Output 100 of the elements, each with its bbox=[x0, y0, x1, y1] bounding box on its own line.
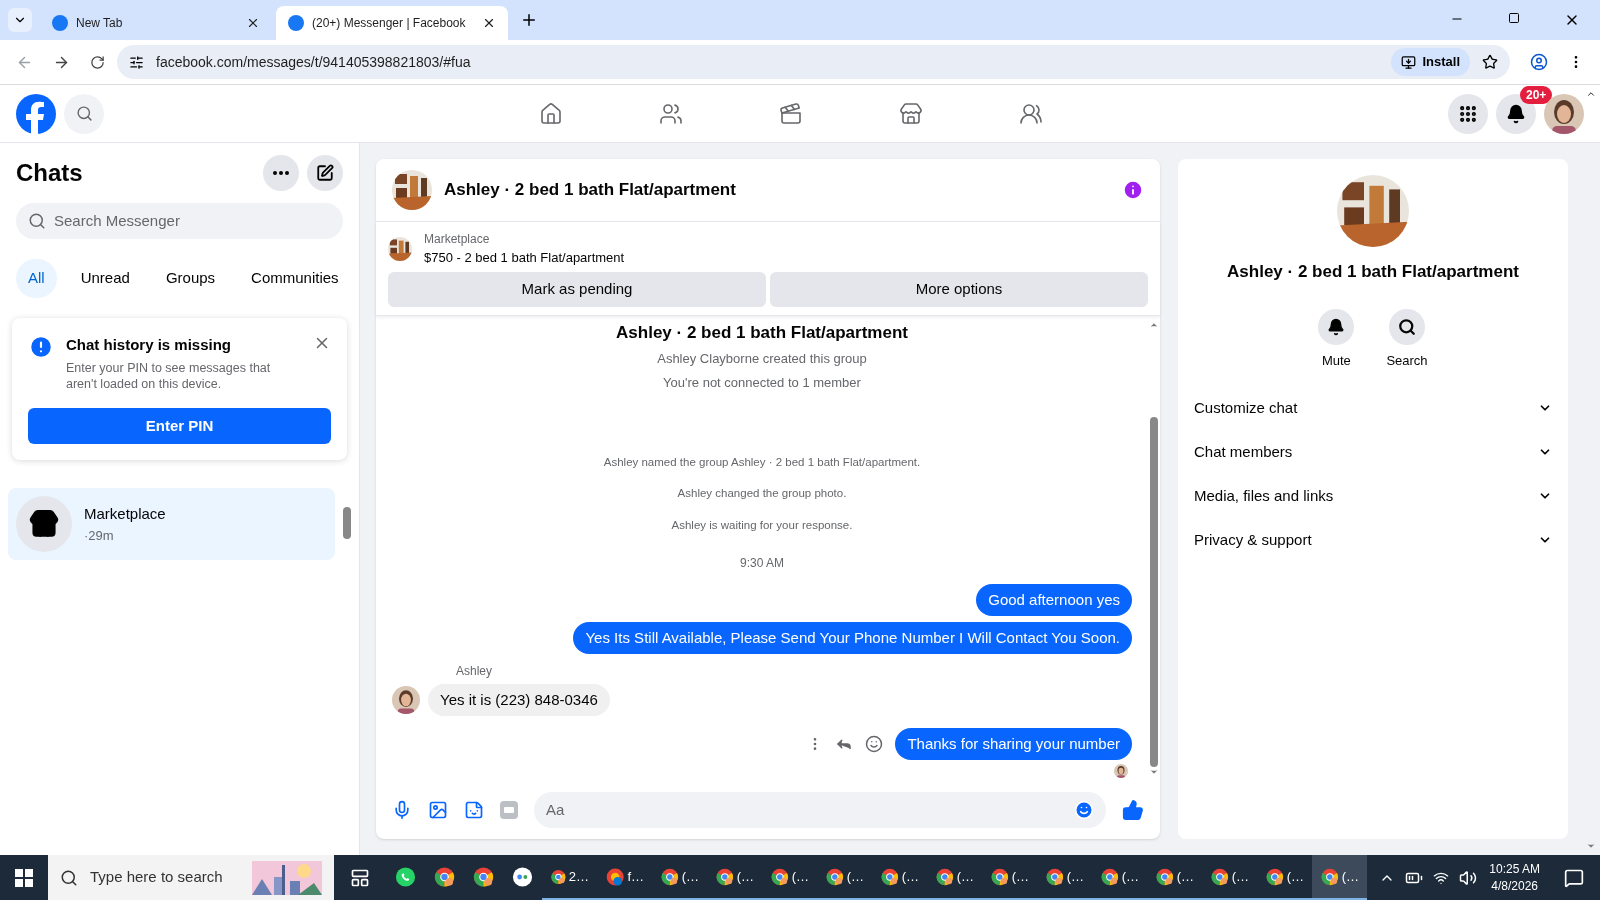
taskbar-app-button[interactable]: (… bbox=[707, 855, 762, 900]
filter-tab[interactable]: Unread bbox=[68, 259, 142, 298]
install-button[interactable]: Install bbox=[1391, 48, 1470, 76]
filter-tab[interactable]: Communities bbox=[239, 259, 351, 298]
app-icon[interactable] bbox=[511, 864, 534, 889]
friends-icon[interactable] bbox=[659, 101, 683, 126]
volume-icon[interactable] bbox=[1459, 868, 1478, 887]
taskbar-app-button[interactable]: (… bbox=[982, 855, 1037, 900]
details-section[interactable]: Privacy & support bbox=[1194, 518, 1552, 562]
details-section[interactable]: Media, files and links bbox=[1194, 474, 1552, 518]
bookmark-icon[interactable] bbox=[1482, 54, 1498, 70]
options-button[interactable] bbox=[263, 155, 299, 191]
listing-label: Marketplace bbox=[424, 231, 491, 248]
browser-tab[interactable]: (20+) Messenger | Facebook bbox=[276, 6, 508, 40]
close-icon[interactable] bbox=[482, 16, 496, 30]
message-bubble: Yes Its Still Available, Please Send Your Phone Number I Will Contact You Soon. bbox=[573, 621, 1132, 654]
site-settings-icon[interactable] bbox=[129, 54, 144, 70]
start-icon[interactable] bbox=[15, 868, 33, 887]
store-icon[interactable] bbox=[899, 101, 923, 126]
new-message-button[interactable] bbox=[307, 155, 343, 191]
filter-tab[interactable]: Groups bbox=[153, 259, 228, 298]
details-section[interactable]: Chat members bbox=[1194, 430, 1552, 474]
listing-action-button[interactable]: More options bbox=[770, 271, 1148, 307]
group-title: Ashley · 2 bed 1 bath Flat/apartment bbox=[615, 321, 909, 344]
bell-icon bbox=[1327, 317, 1346, 336]
taskbar-app-button[interactable]: (… bbox=[872, 855, 927, 900]
info-icon[interactable] bbox=[1122, 179, 1144, 201]
group-info-text: You're not connected to 1 member bbox=[662, 373, 862, 392]
message-bubble: Yes it is (223) 848-0346 bbox=[428, 683, 610, 716]
conversation-time: ·29m bbox=[84, 526, 115, 545]
search-field[interactable]: Search Messenger bbox=[16, 203, 343, 239]
photo-icon[interactable] bbox=[428, 800, 448, 820]
browser-icon[interactable] bbox=[472, 864, 495, 889]
chat-bubble-icon[interactable] bbox=[394, 864, 417, 889]
microphone-icon[interactable] bbox=[392, 800, 412, 820]
sticker-icon[interactable] bbox=[464, 800, 484, 820]
new-tab-icon[interactable] bbox=[520, 11, 538, 29]
scroll-down-icon[interactable] bbox=[1149, 767, 1159, 777]
bell-icon bbox=[1506, 103, 1526, 124]
taskbar-app-button[interactable]: (… bbox=[1202, 855, 1257, 900]
message-bubble: Good afternoon yes bbox=[976, 583, 1132, 616]
search-icon bbox=[1398, 317, 1416, 336]
notification-badge: 20+ bbox=[1520, 85, 1553, 104]
reload-icon[interactable] bbox=[90, 54, 105, 70]
tab-list-button[interactable] bbox=[8, 8, 32, 32]
menu-button[interactable] bbox=[1448, 93, 1488, 134]
clock[interactable]: 10:25 AM 4/8/2026 bbox=[1489, 860, 1540, 895]
search-icon bbox=[75, 105, 93, 122]
browser-icon[interactable] bbox=[433, 864, 456, 889]
emoji-icon[interactable] bbox=[865, 734, 884, 753]
task-view-icon[interactable] bbox=[350, 867, 370, 888]
browser-tab[interactable]: New Tab bbox=[40, 6, 272, 40]
close-icon[interactable] bbox=[246, 16, 260, 30]
taskbar-app-button[interactable]: (… bbox=[1147, 855, 1202, 900]
system-message: Ashley changed the group photo. bbox=[676, 486, 848, 502]
notice-text: Enter your PIN to see messages that aren't loaded on this device. bbox=[66, 360, 272, 392]
details-section[interactable]: Customize chat bbox=[1194, 386, 1552, 430]
taskbar-app-button[interactable]: (… bbox=[1312, 855, 1367, 900]
taskbar-app-button[interactable]: f… bbox=[597, 855, 652, 900]
conversation-item[interactable]: Marketplace ·29m bbox=[8, 488, 335, 560]
search-button[interactable] bbox=[64, 93, 104, 134]
message-timestamp: 9:30 AM bbox=[739, 554, 785, 572]
taskbar-app-button[interactable]: (… bbox=[1092, 855, 1147, 900]
sender-name: Ashley bbox=[456, 662, 494, 680]
message-field[interactable]: Aa bbox=[534, 792, 1106, 828]
address-bar[interactable]: facebook.com/messages/t/941405398821803/#fua Install bbox=[117, 45, 1510, 79]
scroll-up-icon[interactable] bbox=[1586, 89, 1596, 99]
taskbar-app-button[interactable]: 2… bbox=[542, 855, 597, 900]
video-icon[interactable] bbox=[779, 101, 803, 126]
message-bubble: Thanks for sharing your number bbox=[895, 727, 1132, 760]
store-icon bbox=[29, 509, 59, 539]
profile-icon[interactable] bbox=[1530, 53, 1548, 71]
conversation-title: Ashley · 2 bed 1 bath Flat/apartment bbox=[444, 179, 737, 202]
system-message: Ashley named the group Ashley · 2 bed 1 bath Flat/apartment. bbox=[602, 455, 922, 470]
search-icon bbox=[28, 212, 46, 230]
scroll-down-icon[interactable] bbox=[1586, 841, 1596, 851]
taskbar-app-button[interactable]: (… bbox=[652, 855, 707, 900]
taskbar-app-button[interactable]: (… bbox=[817, 855, 872, 900]
group-info-text: Ashley Clayborne created this group bbox=[656, 350, 868, 368]
search-icon bbox=[60, 868, 78, 887]
account-button[interactable] bbox=[1544, 93, 1584, 134]
maximize-icon[interactable] bbox=[1508, 12, 1520, 24]
taskbar-app-button[interactable]: (… bbox=[927, 855, 982, 900]
filter-tab[interactable]: All bbox=[16, 259, 57, 298]
like-icon[interactable] bbox=[1122, 799, 1144, 821]
notice-title: Chat history is missing bbox=[66, 334, 233, 355]
groups-icon[interactable] bbox=[1019, 101, 1043, 126]
taskbar-app-button[interactable]: (… bbox=[762, 855, 817, 900]
chats-title: Chats bbox=[16, 158, 83, 188]
listing-action-button[interactable]: Mark as pending bbox=[388, 271, 766, 307]
notifications-icon[interactable] bbox=[1564, 867, 1584, 888]
taskbar-app-button[interactable]: (… bbox=[1037, 855, 1092, 900]
logo-icon[interactable] bbox=[16, 93, 56, 134]
home-icon[interactable] bbox=[539, 101, 563, 126]
url-text: facebook.com/messages/t/941405398821803/#fua bbox=[156, 52, 472, 72]
taskbar-search-field[interactable]: Type here to search bbox=[48, 855, 334, 900]
enter-pin-button[interactable]: Enter PIN bbox=[28, 408, 331, 444]
listing-title: $750 - 2 bed 1 bath Flat/apartment bbox=[424, 249, 625, 267]
system-message: Ashley is waiting for your response. bbox=[670, 517, 854, 533]
conversation-name: Marketplace bbox=[84, 504, 166, 524]
